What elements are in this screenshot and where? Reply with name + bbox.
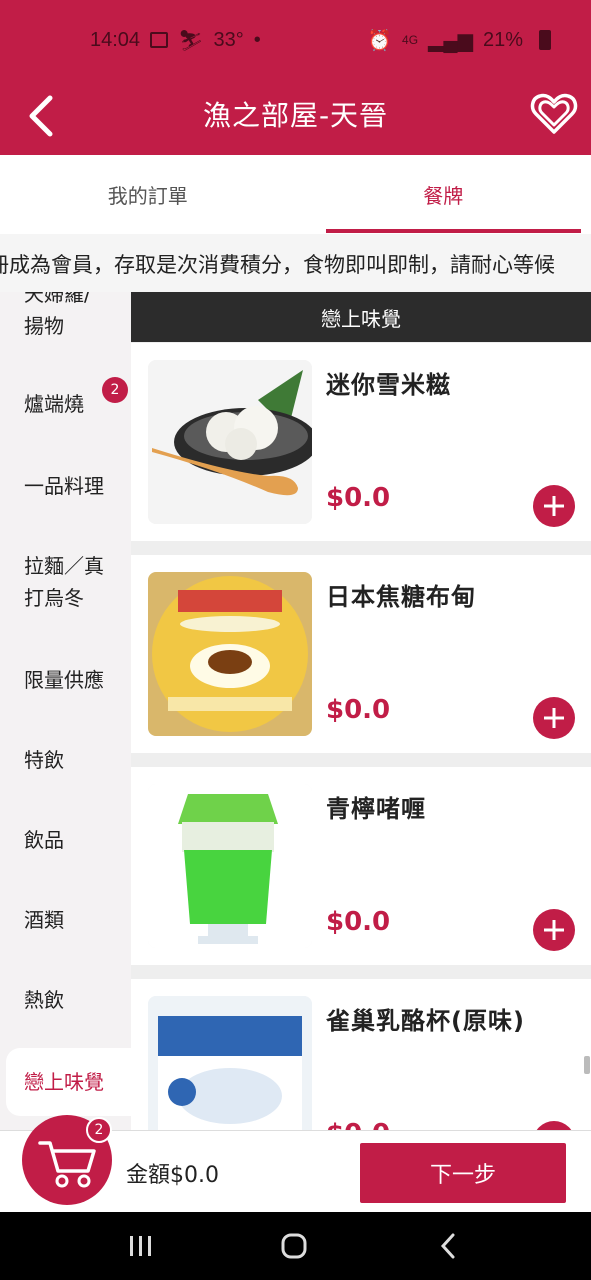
hiking-icon: ⛷ <box>178 29 204 52</box>
sidebar-item-label: 天婦羅/ <box>24 292 91 306</box>
item-price: $0.0 <box>326 1119 390 1130</box>
sidebar-item-limited[interactable]: 限量供應 <box>0 664 131 696</box>
menu-item-card[interactable]: 青檸啫喱 $0.0 <box>131 767 591 965</box>
next-step-button[interactable]: 下一步 <box>360 1143 566 1203</box>
scrollbar[interactable] <box>584 1056 590 1074</box>
tab-my-orders[interactable]: 我的訂單 <box>0 155 296 233</box>
sidebar-item-label: 熱飲 <box>24 988 64 1012</box>
item-price: $0.0 <box>326 907 391 937</box>
sidebar-item-label: 一品料理 <box>24 474 104 498</box>
item-image <box>148 572 312 736</box>
item-price: $0.0 <box>326 695 391 725</box>
recent-apps-icon[interactable] <box>128 1230 154 1262</box>
home-icon[interactable] <box>280 1230 308 1262</box>
sidebar-item-hot-drinks[interactable]: 熱飲 <box>0 984 131 1016</box>
tab-bar: 我的訂單 餐牌 <box>0 155 591 233</box>
image-icon <box>150 32 169 48</box>
cart-count-badge: 2 <box>86 1117 112 1143</box>
signal-icon: ▂▄▆ <box>428 29 473 52</box>
sidebar-item-drinks[interactable]: 飲品 <box>0 824 131 856</box>
status-bar: 14:04 ⛷ 33° • ⏰ 4G ▂▄▆ 21% <box>0 0 591 80</box>
item-name: 迷你雪米糍 <box>326 371 451 399</box>
tab-label: 餐牌 <box>423 183 464 208</box>
sidebar-item-label: 拉麵／真 <box>24 554 104 578</box>
item-price: $0.0 <box>326 483 391 513</box>
sidebar-item-dessert[interactable]: 戀上味覺 <box>6 1048 131 1116</box>
sidebar-item-label: 酒類 <box>24 908 64 932</box>
item-image <box>148 784 312 948</box>
notice-text: 冊成為會員，存取是次消費積分，食物即叫即制，請耐心等候 <box>0 253 555 277</box>
tab-menu[interactable]: 餐牌 <box>296 155 591 233</box>
heart-icon[interactable] <box>530 90 578 138</box>
sidebar-item-label2: 揚物 <box>24 314 64 338</box>
status-time: 14:04 <box>90 28 141 51</box>
system-nav-bar <box>0 1212 591 1280</box>
tab-underline <box>325 229 581 233</box>
category-badge: 2 <box>102 377 128 403</box>
section-header: 戀上味覺 <box>131 292 591 342</box>
category-sidebar: 天婦羅/ 揚物 爐端燒 2 一品料理 拉麵／真 打烏冬 限量供應 特飲 飲品 酒… <box>0 292 131 1130</box>
item-image <box>148 360 312 524</box>
status-network: 4G <box>402 33 419 47</box>
sidebar-item-tempura[interactable]: 天婦羅/ 揚物 <box>0 292 131 342</box>
top-bar: 14:04 ⛷ 33° • ⏰ 4G ▂▄▆ 21% 漁之部屋-天晉 <box>0 0 591 155</box>
notice-marquee: 冊成為會員，存取是次消費積分，食物即叫即制，請耐心等候 <box>0 234 591 292</box>
sidebar-item-alcohol[interactable]: 酒類 <box>0 904 131 936</box>
add-to-cart-button[interactable] <box>533 909 575 951</box>
app-header: 漁之部屋-天晉 <box>0 80 591 155</box>
menu-item-card[interactable]: 迷你雪米糍 $0.0 <box>131 343 591 541</box>
sidebar-item-special-drinks[interactable]: 特飲 <box>0 744 131 776</box>
battery-icon <box>539 30 551 50</box>
back-nav-icon[interactable] <box>438 1230 458 1262</box>
tab-label: 我的訂單 <box>107 183 188 208</box>
menu-list: 戀上味覺 迷你雪米糍 $0.0 日本焦糖布甸 $0.0 青檸啫喱 $0.0 雀巢… <box>131 292 591 1130</box>
sidebar-item-label: 飲品 <box>24 828 64 852</box>
item-name: 雀巢乳酪杯(原味) <box>326 1007 525 1035</box>
menu-item-card[interactable]: 雀巢乳酪杯(原味) $0.0 <box>131 979 591 1130</box>
status-temperature: 33° <box>213 28 244 51</box>
add-to-cart-button[interactable] <box>533 1121 575 1130</box>
sidebar-item-label2: 打烏冬 <box>24 586 84 610</box>
sidebar-item-label: 限量供應 <box>24 668 104 692</box>
dot-icon: • <box>253 28 261 51</box>
sidebar-item-a-la-carte[interactable]: 一品料理 <box>0 470 131 502</box>
sidebar-item-label: 特飲 <box>24 748 64 772</box>
item-image <box>148 996 312 1130</box>
menu-item-card[interactable]: 日本焦糖布甸 $0.0 <box>131 555 591 753</box>
cart-bar: 2 金額$0.0 下一步 <box>0 1115 591 1212</box>
sidebar-item-label: 戀上味覺 <box>24 1070 104 1094</box>
add-to-cart-button[interactable] <box>533 485 575 527</box>
add-to-cart-button[interactable] <box>533 697 575 739</box>
item-name: 日本焦糖布甸 <box>326 583 476 611</box>
page-title: 漁之部屋-天晉 <box>202 99 389 132</box>
section-title: 戀上味覺 <box>321 306 401 331</box>
alarm-icon: ⏰ <box>367 29 393 52</box>
item-name: 青檸啫喱 <box>326 795 426 823</box>
sidebar-item-ramen-udon[interactable]: 拉麵／真 打烏冬 <box>0 550 131 614</box>
status-battery: 21% <box>482 28 523 51</box>
total-amount: 金額$0.0 <box>126 1163 219 1188</box>
